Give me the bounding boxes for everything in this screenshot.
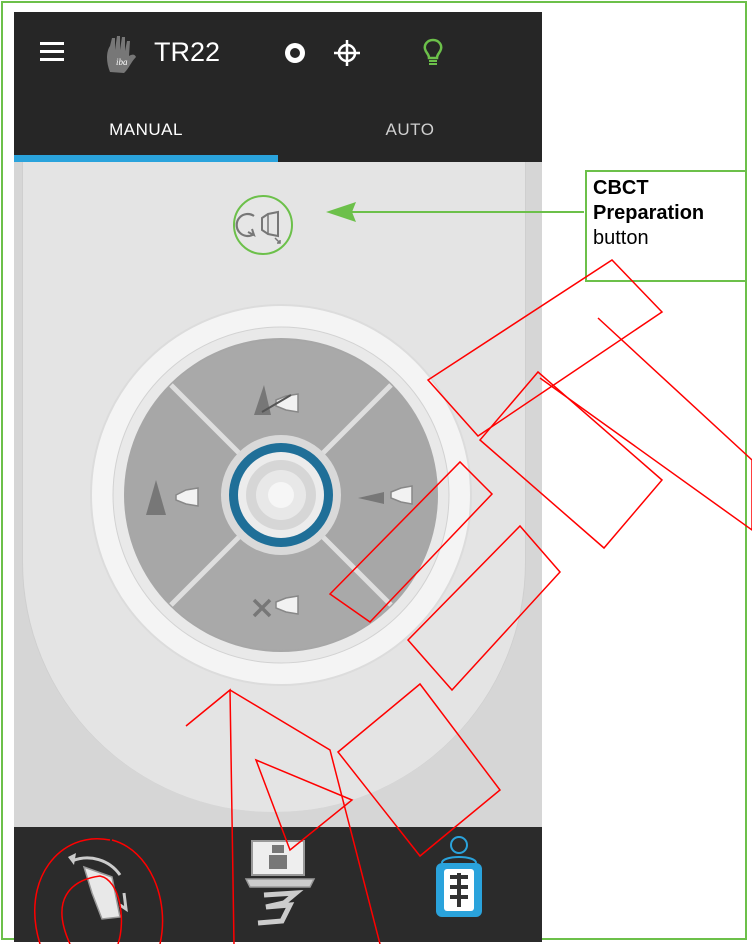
tab-manual[interactable]: MANUAL [14, 102, 278, 162]
iba-hand-logo: iba [107, 36, 136, 73]
cbct-preparation-button[interactable] [232, 194, 294, 256]
callout-title-1: CBCT [593, 177, 649, 199]
gantry-rotation-icon[interactable] [54, 835, 144, 931]
app-title: TR22 [154, 37, 221, 67]
bottom-navigation [14, 827, 542, 942]
ring-status-icon[interactable] [282, 40, 308, 66]
app-screen: iba TR22 MANUAL AUTO [14, 12, 542, 942]
light-bulb-icon[interactable] [422, 38, 444, 68]
callout-title-2: Preparation [593, 202, 705, 224]
hamburger-menu-icon[interactable] [40, 42, 64, 62]
cbct-callout: CBCT Preparation button [585, 170, 747, 282]
active-tab-indicator [14, 155, 278, 162]
tab-auto[interactable]: AUTO [278, 102, 542, 162]
callout-text: button [593, 227, 649, 249]
motion-control-dial [90, 304, 472, 686]
crosshair-icon[interactable] [334, 40, 360, 66]
patient-xray-icon[interactable] [414, 835, 504, 931]
mode-tabs: MANUAL AUTO [14, 102, 542, 162]
patient-table-icon[interactable] [236, 835, 326, 931]
logo-text: iba [116, 57, 128, 67]
top-app-bar: iba TR22 MANUAL AUTO [14, 12, 542, 162]
